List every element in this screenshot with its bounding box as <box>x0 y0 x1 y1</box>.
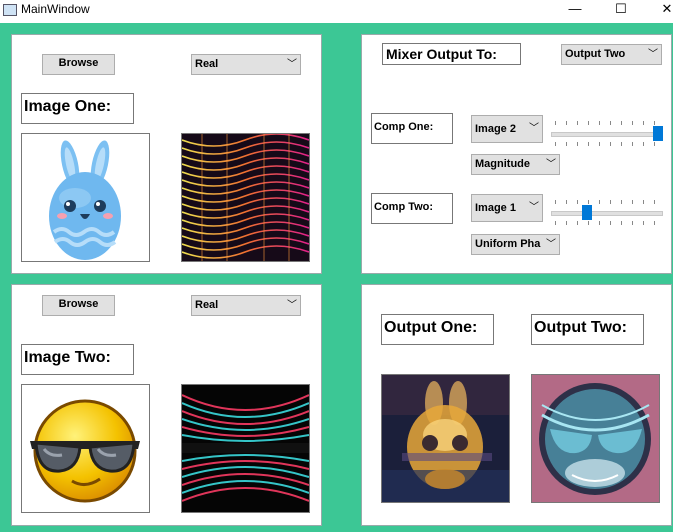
maximize-button[interactable]: ☐ <box>601 0 641 20</box>
image-two-mode-select[interactable]: Real ﹀ <box>191 295 301 316</box>
comp-two-slider[interactable] <box>551 198 663 228</box>
image-two-component <box>181 384 310 513</box>
chevron-down-icon: ﹀ <box>546 159 556 170</box>
chevron-down-icon: ﹀ <box>529 202 539 213</box>
output-one-image <box>381 374 510 503</box>
image-two-panel: Browse Real ﹀ Image Two: <box>11 284 322 526</box>
comp-two-label: Comp Two: <box>371 193 453 224</box>
minimize-button[interactable]: — <box>555 0 595 20</box>
image-one-fft-pattern <box>182 134 309 261</box>
comp-two-image-value: Image 1 <box>475 202 516 214</box>
app-icon <box>3 4 17 16</box>
mixer-output-to-value: Output Two <box>565 48 626 60</box>
output-one-label: Output One: <box>381 314 494 345</box>
comp-one-label: Comp One: <box>371 113 453 144</box>
mixer-output-to-select[interactable]: Output Two ﹀ <box>561 44 662 65</box>
comp-two-type-value: Uniform Pha <box>475 238 541 250</box>
output-panel: Output One: Output Two: <box>361 284 672 526</box>
comp-two-slider-handle[interactable] <box>582 205 592 220</box>
image-two-title: Image Two: <box>21 344 134 375</box>
sunglasses-smiley-image <box>30 399 140 503</box>
slider-ticks-top <box>555 200 659 204</box>
chevron-down-icon: ﹀ <box>546 239 556 250</box>
output-two-image <box>531 374 660 503</box>
slider-ticks-bottom <box>555 221 659 225</box>
close-button[interactable]: ✕ <box>647 0 673 20</box>
comp-one-type-value: Magnitude <box>475 158 530 170</box>
image-one-browse-button[interactable]: Browse <box>42 54 115 75</box>
comp-one-slider-handle[interactable] <box>653 126 663 141</box>
image-two-mode-value: Real <box>195 299 219 311</box>
image-one-mode-value: Real <box>195 58 219 70</box>
mixer-output-to-label: Mixer Output To: <box>382 43 521 65</box>
image-one-component <box>181 133 310 262</box>
image-one-title: Image One: <box>21 93 134 124</box>
chevron-down-icon: ﹀ <box>287 59 297 70</box>
comp-one-image-value: Image 2 <box>475 123 516 135</box>
output-two-label: Output Two: <box>531 314 644 345</box>
image-two-fft-pattern <box>182 385 309 512</box>
slider-ticks-top <box>555 121 659 125</box>
slider-ticks-bottom <box>555 142 659 146</box>
image-one-panel: Browse Real ﹀ Image One: <box>11 34 322 274</box>
image-one-mode-select[interactable]: Real ﹀ <box>191 54 301 75</box>
mixer-panel: Mixer Output To: Output Two ﹀ Comp One: … <box>361 34 672 274</box>
comp-two-image-select[interactable]: Image 1 ﹀ <box>471 194 543 222</box>
title-bar: MainWindow — ☐ ✕ <box>0 0 673 23</box>
output-one-mixed-image <box>382 375 509 502</box>
comp-two-type-select[interactable]: Uniform Pha ﹀ <box>471 234 560 255</box>
chevron-down-icon: ﹀ <box>287 300 297 311</box>
chevron-down-icon: ﹀ <box>529 123 539 134</box>
window-title: MainWindow <box>21 2 90 16</box>
image-one-original <box>21 133 150 262</box>
comp-one-type-select[interactable]: Magnitude ﹀ <box>471 154 560 175</box>
image-two-browse-button[interactable]: Browse <box>42 295 115 316</box>
slider-track <box>551 211 663 216</box>
image-two-original <box>21 384 150 513</box>
comp-one-image-select[interactable]: Image 2 ﹀ <box>471 115 543 143</box>
bunny-egg-image <box>49 140 121 260</box>
slider-track <box>551 132 663 137</box>
output-two-mixed-image <box>532 375 659 502</box>
comp-one-slider[interactable] <box>551 119 663 149</box>
chevron-down-icon: ﹀ <box>648 49 658 60</box>
